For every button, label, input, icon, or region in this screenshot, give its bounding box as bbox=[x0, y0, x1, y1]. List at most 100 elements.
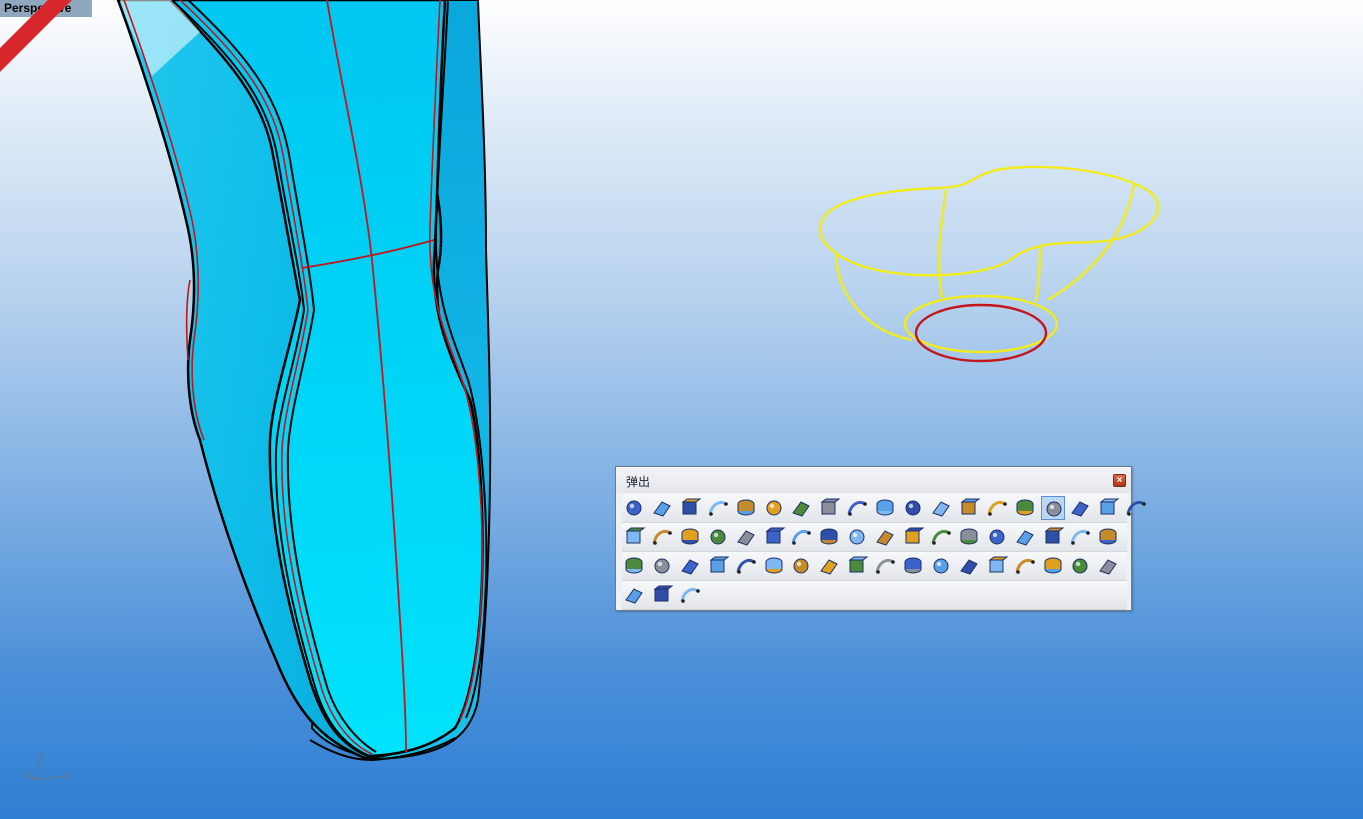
polyline-icon bbox=[736, 530, 755, 546]
light-bulb-icon bbox=[626, 500, 642, 516]
revolve-surface-button[interactable] bbox=[901, 496, 925, 520]
zoom-extents-button[interactable] bbox=[706, 496, 730, 520]
popup-toolbar[interactable]: 弹出 × bbox=[615, 466, 1146, 611]
trash-person-icon bbox=[736, 558, 756, 574]
array-nodes-button[interactable] bbox=[650, 525, 674, 549]
twist-curve-icon bbox=[1070, 529, 1091, 545]
curve-corner-button[interactable] bbox=[650, 554, 674, 578]
layers-stack-icon bbox=[791, 529, 812, 545]
plane-surface-icon bbox=[932, 501, 950, 517]
layers-stack-button[interactable] bbox=[789, 525, 813, 549]
flag-surface-icon bbox=[625, 588, 643, 604]
mirror-button[interactable] bbox=[622, 525, 646, 549]
zigzag-curve-button[interactable] bbox=[762, 554, 786, 578]
wireframe-sphere-button[interactable] bbox=[734, 496, 758, 520]
axis-z-label: z bbox=[38, 750, 43, 761]
blend-surface-icon bbox=[987, 500, 1007, 516]
network-surface-icon bbox=[960, 498, 981, 515]
revolve-surface-icon bbox=[905, 500, 921, 516]
drape-surface-button[interactable] bbox=[1096, 554, 1120, 578]
box-solid-icon bbox=[931, 529, 951, 545]
gear-settings-button[interactable] bbox=[845, 496, 869, 520]
shaded-sphere-button[interactable] bbox=[762, 496, 786, 520]
wave-curve-button[interactable] bbox=[678, 554, 702, 578]
solid-cylinder-button[interactable] bbox=[929, 554, 953, 578]
cylinder-cap-button[interactable] bbox=[817, 525, 841, 549]
gear-settings-icon bbox=[847, 500, 867, 516]
revolve-partial-2-icon bbox=[988, 556, 1009, 573]
twist-curve-button[interactable] bbox=[1068, 525, 1092, 549]
loft-surface-icon bbox=[1046, 501, 1061, 517]
sphere-solid-button[interactable] bbox=[957, 525, 981, 549]
shell-surface-button[interactable] bbox=[1013, 554, 1037, 578]
flat-panel-3-icon bbox=[653, 585, 674, 602]
polyline-button[interactable] bbox=[734, 525, 758, 549]
revolve-partial-2-button[interactable] bbox=[985, 554, 1009, 578]
arc-curve-icon bbox=[709, 556, 730, 573]
sweep-surface-button[interactable] bbox=[1013, 496, 1037, 520]
sweep-surface-icon bbox=[1016, 499, 1034, 516]
vertical-bars-button[interactable] bbox=[789, 554, 813, 578]
flash-button[interactable] bbox=[873, 496, 897, 520]
boolean-difference-icon bbox=[1015, 530, 1034, 546]
ellipsoid-button[interactable] bbox=[1096, 525, 1120, 549]
extrude-tube-button[interactable] bbox=[1124, 496, 1148, 520]
color-wheel-button[interactable] bbox=[817, 496, 841, 520]
funnel-button[interactable] bbox=[1041, 554, 1065, 578]
arch-surface-icon bbox=[1099, 498, 1120, 515]
lock-button[interactable] bbox=[650, 496, 674, 520]
revolve-partial-button[interactable] bbox=[957, 554, 981, 578]
tube-cylinder-button[interactable] bbox=[901, 554, 925, 578]
render-sphere-button[interactable] bbox=[789, 496, 813, 520]
half-cylinder-button[interactable] bbox=[817, 554, 841, 578]
cylinder-ring-button[interactable] bbox=[1068, 554, 1092, 578]
axis-y-label: y bbox=[24, 768, 30, 779]
boolean-union-button[interactable] bbox=[985, 525, 1009, 549]
perspective-viewport[interactable]: Perspective z y x bbox=[0, 0, 1363, 819]
stack-button[interactable] bbox=[678, 525, 702, 549]
arch-surface-button[interactable] bbox=[1096, 496, 1120, 520]
point-cloud-button[interactable] bbox=[1068, 496, 1092, 520]
loft-surface-button[interactable] bbox=[1040, 496, 1065, 520]
z-surface-button[interactable] bbox=[678, 583, 702, 607]
blend-surface-button[interactable] bbox=[985, 496, 1009, 520]
pipe-elbow-button[interactable] bbox=[873, 554, 897, 578]
box-solid-button[interactable] bbox=[929, 525, 953, 549]
vertical-bars-icon bbox=[793, 558, 809, 574]
toolbar-row bbox=[622, 494, 1146, 523]
arc-curve-button[interactable] bbox=[706, 554, 730, 578]
grid-array-button[interactable] bbox=[845, 554, 869, 578]
save-button[interactable] bbox=[678, 496, 702, 520]
boolean-intersect-icon bbox=[1044, 527, 1064, 544]
render-sphere-icon bbox=[792, 501, 811, 517]
array-nodes-icon bbox=[652, 529, 672, 545]
stack-icon bbox=[681, 528, 699, 545]
point-cloud-icon bbox=[1071, 501, 1090, 517]
network-surface-button[interactable] bbox=[957, 496, 981, 520]
toolbar-titlebar[interactable]: 弹出 × bbox=[616, 467, 1131, 493]
trash-person-button[interactable] bbox=[734, 554, 758, 578]
model-scene[interactable] bbox=[0, 0, 1363, 819]
flag-surface-button[interactable] bbox=[622, 583, 646, 607]
patch-surface-button[interactable] bbox=[706, 525, 730, 549]
boolean-difference-button[interactable] bbox=[1013, 525, 1037, 549]
cube-solid-button[interactable] bbox=[622, 554, 646, 578]
plane-surface-button[interactable] bbox=[929, 496, 953, 520]
close-button[interactable]: × bbox=[1113, 474, 1126, 487]
flat-panel-2-icon bbox=[876, 530, 894, 546]
toolbar-button-grid bbox=[622, 494, 1146, 610]
sphere-solid-icon bbox=[960, 528, 978, 545]
flat-panel-2-button[interactable] bbox=[873, 525, 897, 549]
light-bulb-button[interactable] bbox=[622, 496, 646, 520]
flat-panel-button[interactable] bbox=[845, 525, 869, 549]
pipe-elbow-icon bbox=[875, 558, 895, 574]
rotate-point-button[interactable] bbox=[762, 525, 786, 549]
axis-x-label: x bbox=[64, 770, 70, 781]
flat-panel-3-button[interactable] bbox=[650, 583, 674, 607]
boolean-intersect-button[interactable] bbox=[1041, 525, 1065, 549]
extrude-tube-icon bbox=[1126, 500, 1146, 516]
save-icon bbox=[681, 498, 702, 515]
solid-cylinder-icon bbox=[933, 558, 949, 574]
rotate-point-2-button[interactable] bbox=[901, 525, 925, 549]
wireframe-bowl bbox=[818, 165, 1160, 354]
